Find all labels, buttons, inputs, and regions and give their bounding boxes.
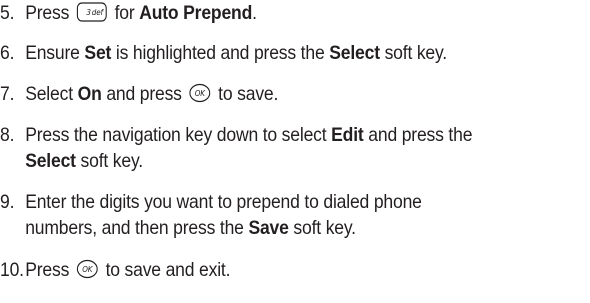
svg-text:OK: OK bbox=[195, 89, 206, 98]
step-6: 6. Ensure Set is highlighted and press t… bbox=[0, 40, 585, 66]
edit-label: Edit bbox=[331, 124, 364, 146]
auto-prepend-label: Auto Prepend bbox=[139, 2, 253, 24]
text-segment: to save and exit. bbox=[105, 259, 231, 281]
step-text: Press 3 def for Auto Prepend. bbox=[25, 0, 574, 26]
ok-key-icon: OK bbox=[189, 83, 211, 103]
text-segment: soft key. bbox=[80, 150, 144, 172]
text-segment: is highlighted and press the bbox=[115, 42, 325, 64]
select-label: Select bbox=[329, 42, 380, 64]
text-segment: Press the navigation key down to select bbox=[25, 124, 327, 146]
set-label: Set bbox=[84, 42, 112, 64]
text-segment: soft key. bbox=[384, 42, 448, 64]
text-segment: Press bbox=[25, 259, 70, 281]
instruction-document: 5. Press 3 def for Auto Prepend. 6. Ensu… bbox=[0, 0, 590, 303]
step-number: 7. bbox=[0, 83, 15, 105]
text-segment: numbers, and then press the bbox=[25, 217, 244, 239]
svg-text:def: def bbox=[92, 8, 104, 17]
save-label: Save bbox=[248, 217, 289, 239]
on-label: On bbox=[77, 83, 102, 105]
text-segment: soft key. bbox=[293, 217, 356, 239]
step-10: 10. Press OK to save and exit. bbox=[0, 257, 585, 283]
step-text: Press OK to save and exit. bbox=[25, 257, 574, 283]
step-9: 9. Enter the digits you want to prepend … bbox=[0, 189, 585, 241]
svg-text:OK: OK bbox=[82, 265, 93, 274]
text-segment: to save. bbox=[218, 83, 279, 105]
step-8: 8. Press the navigation key down to sele… bbox=[0, 122, 585, 174]
text-segment: and press bbox=[106, 83, 182, 105]
text-segment: . bbox=[252, 2, 257, 24]
step-7: 7. Select On and press OK to save. bbox=[0, 81, 585, 107]
step-number: 5. bbox=[0, 2, 15, 24]
key-3def-icon: 3 def bbox=[76, 2, 108, 22]
step-number: 9. bbox=[0, 191, 15, 213]
step-number: 8. bbox=[0, 124, 15, 146]
text-segment: Press bbox=[25, 2, 70, 24]
text-segment: Enter the digits you want to prepend to … bbox=[25, 191, 422, 213]
step-text: Enter the digits you want to prepend to … bbox=[25, 189, 574, 241]
svg-text:3: 3 bbox=[86, 8, 91, 17]
step-number: 6. bbox=[0, 42, 15, 64]
step-text: Ensure Set is highlighted and press the … bbox=[25, 40, 574, 66]
step-text: Select On and press OK to save. bbox=[25, 81, 574, 107]
step-text: Press the navigation key down to select … bbox=[25, 122, 574, 174]
text-segment: for bbox=[114, 2, 135, 24]
step-number: 10. bbox=[0, 259, 24, 281]
select-label: Select bbox=[25, 150, 76, 172]
step-5: 5. Press 3 def for Auto Prepend. bbox=[0, 0, 585, 26]
text-segment: Select bbox=[25, 83, 73, 105]
text-segment: and press the bbox=[368, 124, 473, 146]
text-segment: Ensure bbox=[25, 42, 80, 64]
ok-key-icon: OK bbox=[76, 259, 99, 279]
